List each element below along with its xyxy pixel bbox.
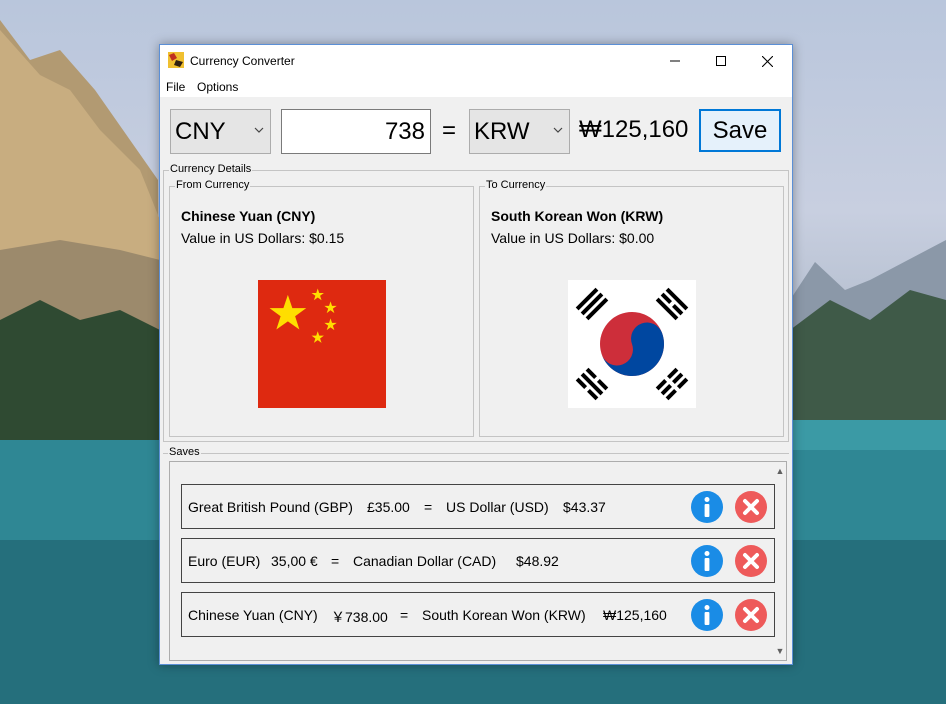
from-currency-label: From Currency [175,179,251,191]
to-currency-label: To Currency [485,179,547,191]
save-equals: = [424,499,433,515]
save-from-amount: 35,00 € [271,553,318,569]
scroll-up-icon[interactable]: ▲ [774,466,786,476]
save-row: Great British Pound (GBP) £35.00 = US Do… [181,484,775,529]
chevron-down-icon [553,127,563,133]
title-bar[interactable]: Currency Converter [160,45,792,77]
to-currency-select[interactable]: KRW [469,109,570,154]
save-row: Euro (EUR) 35,00 € = Canadian Dollar (CA… [181,538,775,583]
from-currency-value: CNY [175,118,226,145]
save-from-name: Chinese Yuan (CNY) [188,607,318,623]
delete-icon[interactable] [735,491,767,523]
to-currency-value: KRW [474,118,530,145]
info-icon[interactable] [691,545,723,577]
save-to-name: Canadian Dollar (CAD) [353,553,497,569]
currency-details-group: Currency Details From Currency Chinese Y… [163,163,789,442]
south-korea-flag-icon [568,280,696,408]
maximize-icon [716,56,726,66]
currency-converter-window: Currency Converter File Options CNY 738 … [159,44,793,665]
save-to-amount: $48.92 [516,553,559,569]
to-currency-name: South Korean Won (KRW) [491,208,664,224]
save-from-amount: ￥738.00 [331,609,388,625]
save-from-name: Euro (EUR) [188,553,261,569]
save-button[interactable]: Save [699,109,781,152]
save-to-name: South Korean Won (KRW) [422,607,586,623]
equals-sign: = [442,117,457,144]
save-to-amount: ₩125,160 [603,607,667,623]
to-currency-group: To Currency South Korean Won (KRW) Value… [479,179,784,437]
china-flag-icon [258,280,386,408]
minimize-icon [670,60,680,62]
app-icon [168,52,184,68]
save-row: Chinese Yuan (CNY) ￥738.00 = South Korea… [181,592,775,637]
close-window-button[interactable] [744,45,790,77]
delete-icon[interactable] [735,545,767,577]
info-icon[interactable] [691,491,723,523]
amount-value: 738 [384,118,425,145]
save-from-name: Great British Pound (GBP) [188,499,353,515]
menu-file[interactable]: File [166,80,185,94]
menu-bar: File Options [160,77,792,97]
save-from-amount: £35.00 [367,499,410,515]
save-to-name: US Dollar (USD) [446,499,549,515]
to-currency-usd-value: Value in US Dollars: $0.00 [491,230,655,246]
currency-details-label: Currency Details [169,163,253,175]
info-icon[interactable] [691,599,723,631]
from-currency-group: From Currency Chinese Yuan (CNY) Value i… [169,179,474,437]
save-equals: = [331,553,340,569]
minimize-button[interactable] [652,45,698,77]
saves-list[interactable]: ▲ ▼ Great British Pound (GBP) £35.00 = U… [169,461,787,661]
menu-options[interactable]: Options [197,80,238,94]
saves-label: Saves [168,446,201,458]
conversion-result: ₩125,160 [579,116,689,143]
save-to-amount: $43.37 [563,499,606,515]
close-icon [761,55,773,67]
delete-icon[interactable] [735,599,767,631]
window-title: Currency Converter [190,54,295,68]
chevron-down-icon [254,127,264,133]
from-currency-name: Chinese Yuan (CNY) [181,208,316,224]
from-currency-usd-value: Value in US Dollars: $0.15 [181,230,345,246]
scroll-down-icon[interactable]: ▼ [774,646,786,656]
amount-input[interactable]: 738 [281,109,431,154]
maximize-button[interactable] [698,45,744,77]
from-currency-select[interactable]: CNY [170,109,271,154]
save-equals: = [400,607,409,623]
